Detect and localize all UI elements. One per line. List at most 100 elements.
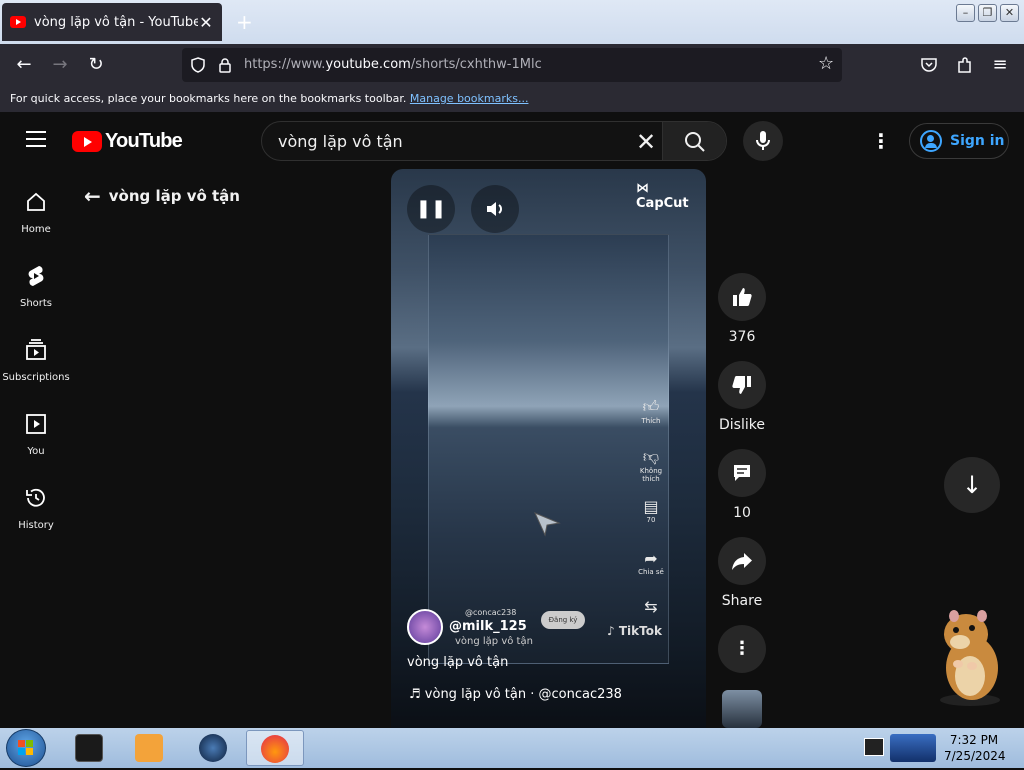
- clock-time: 7:32 PM: [949, 733, 999, 747]
- channel-handle[interactable]: @milk_125: [449, 619, 527, 634]
- url-bar[interactable]: https://www.youtube.com/shorts/cxhthw-1M…: [182, 48, 842, 82]
- manage-bookmarks-link[interactable]: Manage bookmarks...: [410, 92, 529, 105]
- search-icon: [685, 132, 705, 152]
- forward-button[interactable]: →: [48, 53, 72, 77]
- youtube-play-logo-icon: [72, 131, 102, 152]
- pocket-icon[interactable]: [920, 56, 938, 74]
- overlay-username: @concac238: [465, 608, 517, 617]
- volume-button[interactable]: [471, 185, 519, 233]
- back-arrow-icon[interactable]: ←: [84, 184, 101, 208]
- hamster-desktop-pet-image: [940, 610, 1000, 706]
- taskbar-app-firefox[interactable]: [246, 730, 304, 766]
- new-tab-button[interactable]: +: [236, 10, 253, 34]
- sidebar-item-subscriptions[interactable]: Subscriptions: [0, 324, 72, 394]
- like-icon[interactable]: [718, 273, 766, 321]
- close-window-button[interactable]: ✕: [1000, 4, 1019, 22]
- sidebar-label: Subscriptions: [2, 372, 70, 383]
- clear-search-icon[interactable]: ✕: [636, 128, 656, 156]
- page-title: vòng lặp vô tận: [108, 187, 240, 205]
- tiktok-watermark: ♪ TikTok: [607, 624, 662, 638]
- youtube-header: YouTube vòng lặp vô tận ✕ ⋮ Sign in: [0, 112, 1024, 170]
- taskbar-app-globe[interactable]: [184, 730, 242, 766]
- comment-icon[interactable]: [718, 449, 766, 497]
- channel-info[interactable]: @concac238 Đăng ký @milk_125 vòng lặp vô…: [407, 608, 607, 649]
- browser-tab[interactable]: vòng lặp vô tận - YouTube ✕: [2, 3, 222, 41]
- next-video-button[interactable]: ↓: [944, 457, 1000, 513]
- sidebar-label: Shorts: [19, 298, 53, 309]
- url-text[interactable]: https://www.youtube.com/shorts/cxhthw-1M…: [244, 57, 542, 72]
- restore-button[interactable]: ❐: [978, 4, 997, 22]
- taskbar-app-terminal[interactable]: [60, 730, 118, 766]
- more-vert-icon[interactable]: ⋮: [718, 625, 766, 673]
- share-icon[interactable]: [718, 537, 766, 585]
- overlay-comment-icon: ▤: [643, 497, 659, 516]
- sidebar-label: History: [18, 520, 54, 531]
- search-box[interactable]: vòng lặp vô tận ✕: [261, 121, 727, 161]
- share-button[interactable]: Share: [717, 537, 767, 609]
- video-title[interactable]: vòng lặp vô tận: [407, 655, 508, 670]
- video-cursor-arrow-icon: [534, 512, 561, 537]
- overlay-subscribe-badge: Đăng ký: [541, 611, 585, 629]
- bookmarks-toolbar: For quick access, place your bookmarks h…: [0, 86, 1024, 112]
- you-icon: [26, 414, 46, 434]
- back-button[interactable]: ←: [12, 53, 36, 77]
- overlay-dislike: 👎︎ Không thích: [636, 447, 666, 483]
- shield-icon[interactable]: [190, 57, 206, 73]
- search-button[interactable]: [662, 122, 726, 160]
- voice-search-button[interactable]: [743, 121, 783, 161]
- search-input[interactable]: vòng lặp vô tận: [278, 132, 403, 151]
- windows-logo-icon: [18, 740, 33, 755]
- shorts-back-row[interactable]: ← vòng lặp vô tận: [84, 184, 240, 208]
- next-short-thumbnail[interactable]: [722, 690, 762, 728]
- capcut-watermark: ⋈ CapCut: [636, 181, 689, 211]
- sidebar-item-you[interactable]: You: [0, 398, 72, 468]
- taskbar-app-media-player[interactable]: [120, 730, 178, 766]
- microphone-icon: [756, 131, 770, 150]
- bookmarks-hint: For quick access, place your bookmarks h…: [10, 92, 407, 105]
- share-label: Share: [721, 593, 763, 609]
- youtube-logo[interactable]: YouTube: [72, 130, 183, 153]
- sign-in-button[interactable]: Sign in: [909, 123, 1009, 159]
- tab-close-icon[interactable]: ✕: [198, 13, 214, 32]
- home-icon: [27, 192, 45, 211]
- start-button[interactable]: [6, 729, 46, 767]
- taskbar-clock[interactable]: 7:32 PM 7/25/2024: [944, 732, 1006, 764]
- reload-button[interactable]: ↻: [84, 53, 108, 77]
- shorts-video-player[interactable]: ❚❚ ⋈ CapCut 👍︎ Thích 👎︎ Không thích ▤ 70 ➦ C…: [391, 169, 706, 728]
- shorts-icon: [28, 266, 44, 286]
- youtube-favicon-icon: [10, 16, 26, 28]
- bookmark-star-icon[interactable]: ☆: [818, 53, 834, 74]
- sign-in-label: Sign in: [950, 133, 1005, 149]
- sidebar-item-history[interactable]: History: [0, 472, 72, 542]
- music-note-icon: ♬: [409, 687, 421, 702]
- guide-menu-icon[interactable]: [26, 131, 46, 147]
- comments-button[interactable]: 10: [717, 449, 767, 521]
- lock-icon[interactable]: [218, 57, 232, 73]
- tray-network-icon[interactable]: [890, 734, 936, 762]
- dislike-label: Dislike: [719, 417, 765, 433]
- minimize-button[interactable]: –: [956, 4, 975, 22]
- settings-more-icon[interactable]: ⋮: [870, 129, 892, 153]
- globe-icon: [199, 734, 227, 762]
- video-music[interactable]: ♬ vòng lặp vô tận · @concac238: [409, 687, 622, 702]
- dislike-button[interactable]: Dislike: [717, 361, 767, 433]
- browser-nav-bar: ← → ↻ https://www.youtube.com/shorts/cxh…: [0, 44, 1024, 86]
- sidebar-item-shorts[interactable]: Shorts: [0, 250, 72, 320]
- sidebar-item-home[interactable]: Home: [0, 176, 72, 246]
- overlay-share: ➦ Chia sẻ: [636, 549, 666, 576]
- more-actions-button[interactable]: ⋮: [717, 625, 767, 673]
- tray-monitor-icon[interactable]: [864, 738, 884, 756]
- windows-taskbar: 7:32 PM 7/25/2024: [0, 728, 1024, 768]
- like-button[interactable]: 376: [717, 273, 767, 345]
- tab-title: vòng lặp vô tận - YouTube: [34, 14, 198, 30]
- channel-avatar[interactable]: [407, 609, 443, 645]
- menu-icon[interactable]: ≡: [988, 53, 1012, 77]
- sidebar-label: You: [27, 446, 45, 457]
- sidebar-label: Home: [21, 224, 51, 235]
- extensions-icon[interactable]: [956, 56, 974, 74]
- video-inner-frame: [428, 234, 669, 664]
- overlay-thumbs-up-icon: 👍︎: [642, 397, 660, 416]
- dislike-icon[interactable]: [718, 361, 766, 409]
- pause-button[interactable]: ❚❚: [407, 185, 455, 233]
- overlay-remix: ⇆: [636, 597, 666, 616]
